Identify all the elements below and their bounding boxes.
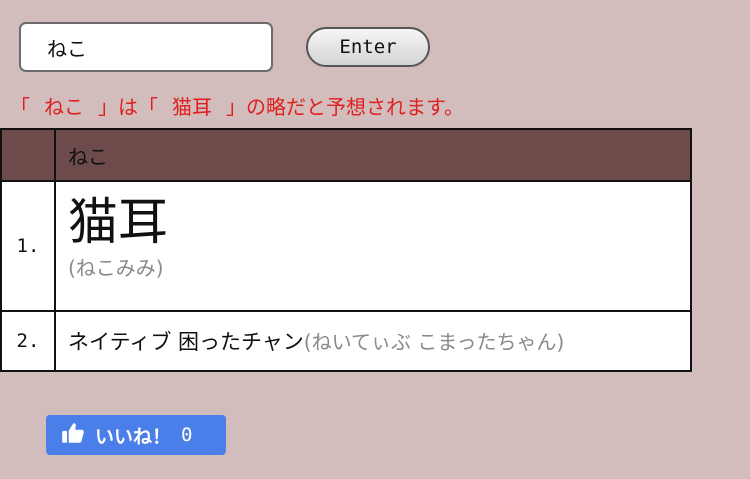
guess-message: 「ねこ 」は「 猫耳 」の略だと予想されます。 (10, 91, 464, 120)
like-count: 0 (181, 424, 193, 446)
table-header-row: ねこ (0, 128, 692, 182)
row-number: 1. (0, 180, 56, 312)
header-word-cell: ねこ (54, 128, 692, 182)
table-row: 2. ネイティブ 困ったチャン(ねいてぃぶ こまったちゃん) (0, 310, 692, 372)
message-term: ねこ (44, 95, 84, 119)
message-open-bracket: 「 (10, 95, 30, 119)
header-number-cell (0, 128, 56, 182)
result-word: 猫耳 (68, 193, 168, 251)
enter-button[interactable]: Enter (306, 27, 430, 67)
result-reading: (ねいてぃぶ こまったちゃん) (303, 330, 565, 354)
table-row: 1. 猫耳 (ねこみみ) (0, 180, 692, 312)
row-number: 2. (0, 310, 56, 372)
search-input[interactable] (19, 22, 273, 72)
row-word-cell: 猫耳 (ねこみみ) (54, 180, 692, 312)
message-guess: 猫耳 (172, 95, 212, 119)
results-table: ねこ 1. 猫耳 (ねこみみ) 2. ネイティブ 困ったチャン(ねいてぃぶ こま… (0, 128, 692, 372)
message-tail: 」の略だと予想されます。 (226, 95, 464, 119)
thumbs-up-icon (60, 420, 86, 450)
row-word-cell: ネイティブ 困ったチャン(ねいてぃぶ こまったちゃん) (54, 310, 692, 372)
message-mid: 」は「 (98, 95, 158, 119)
result-reading: (ねこみみ) (68, 256, 164, 280)
result-word: ネイティブ 困ったチャン (68, 330, 304, 354)
like-label: いいね！ (95, 425, 172, 448)
like-button[interactable]: いいね！ 0 (46, 415, 226, 455)
